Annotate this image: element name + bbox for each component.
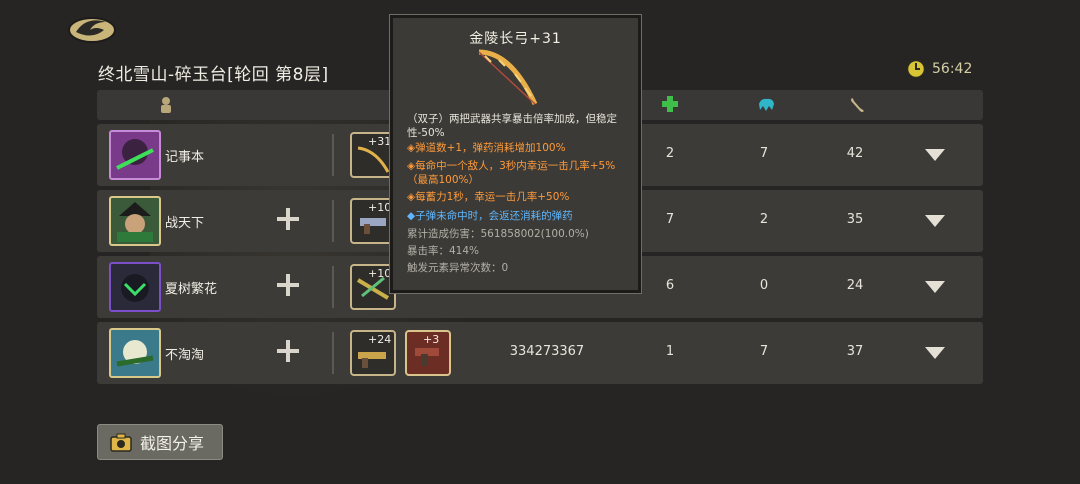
bone-count: 42 <box>846 146 864 161</box>
weapon-slot[interactable]: +3 <box>405 330 451 376</box>
expand-arrow-icon[interactable] <box>924 280 946 294</box>
expand-arrow-icon[interactable] <box>924 148 946 162</box>
tooltip-line: ◈弹道数+1，弹药消耗增加100% <box>407 142 566 154</box>
tooltip-line: ◈每命中一个敌人，3秒内幸运一击几率+5%（最高100%） <box>407 160 616 186</box>
expand-arrow-icon[interactable] <box>924 346 946 360</box>
page-title: 终北雪山-碎玉台[轮回 第8层] <box>98 65 329 85</box>
timer: 56:42 <box>906 59 972 79</box>
avatar <box>109 130 161 180</box>
tooltip-line: ◆子弹未命中时，会返还消耗的弹药 <box>407 210 573 222</box>
pet-count: 7 <box>759 344 769 359</box>
bone-count: 24 <box>846 278 864 293</box>
back-swirl-icon <box>68 17 116 43</box>
tooltip-line: ◈每蓄力1秒，幸运一击几率+50% <box>407 191 570 203</box>
heal-icon <box>662 96 678 112</box>
divider <box>332 134 334 176</box>
plus-icon[interactable] <box>277 340 299 362</box>
clock-icon <box>906 59 926 79</box>
share-screenshot-button[interactable]: 截图分享 <box>97 424 223 460</box>
bone-count: 37 <box>846 344 864 359</box>
tooltip-line: 暴击率：414% <box>407 245 480 257</box>
heal-count: 2 <box>665 146 675 161</box>
plus-icon[interactable] <box>277 274 299 296</box>
bone-count: 35 <box>846 212 864 227</box>
tooltip-line: （双子）两把武器共享暴击倍率加成，但稳定性-50% <box>407 113 617 139</box>
player-name: 夏树繁花 <box>165 282 218 297</box>
weapon-level: +31 <box>368 135 392 148</box>
divider <box>332 332 334 374</box>
weapon-level: +24 <box>368 333 392 346</box>
paw-icon <box>759 98 774 111</box>
avatar <box>109 262 161 312</box>
pet-count: 2 <box>759 212 769 227</box>
player-row: 不淘淘 +24 +3 334273367 1 7 37 <box>97 322 983 384</box>
tooltip-line: 触发元素异常次数：0 <box>407 262 509 274</box>
pet-count: 0 <box>759 278 769 293</box>
heal-count: 6 <box>665 278 675 293</box>
divider <box>332 266 334 308</box>
avatar <box>109 328 161 378</box>
tooltip-line: 累计造成伤害：561858002(100.0%) <box>407 228 589 240</box>
heal-count: 7 <box>665 212 675 227</box>
pet-count: 7 <box>759 146 769 161</box>
weapon-level: +10 <box>368 267 392 280</box>
player-name: 战天下 <box>165 216 205 231</box>
back-button[interactable] <box>66 10 118 44</box>
tooltip-title: 金陵长弓+31 <box>469 31 562 47</box>
avatar <box>109 196 161 246</box>
weapon-level: +3 <box>423 333 440 346</box>
camera-icon <box>110 433 132 452</box>
player-name: 记事本 <box>165 150 205 165</box>
person-icon <box>161 97 171 113</box>
heal-count: 1 <box>665 344 675 359</box>
share-label: 截图分享 <box>140 434 205 453</box>
bone-icon <box>851 98 864 112</box>
plus-icon[interactable] <box>277 208 299 230</box>
golden-bow-icon <box>478 49 538 106</box>
timer-text: 56:42 <box>932 61 973 77</box>
divider <box>332 200 334 242</box>
weapon-level: +10 <box>368 201 392 214</box>
expand-arrow-icon[interactable] <box>924 214 946 228</box>
player-name: 不淘淘 <box>165 348 205 363</box>
damage-total: 334273367 <box>509 344 585 359</box>
weapon-slot[interactable]: +24 <box>350 330 396 376</box>
weapon-tooltip: 金陵长弓+31 （双子）两把武器共享暴击倍率加成，但稳定性-50% ◈弹道数+1… <box>389 14 642 294</box>
